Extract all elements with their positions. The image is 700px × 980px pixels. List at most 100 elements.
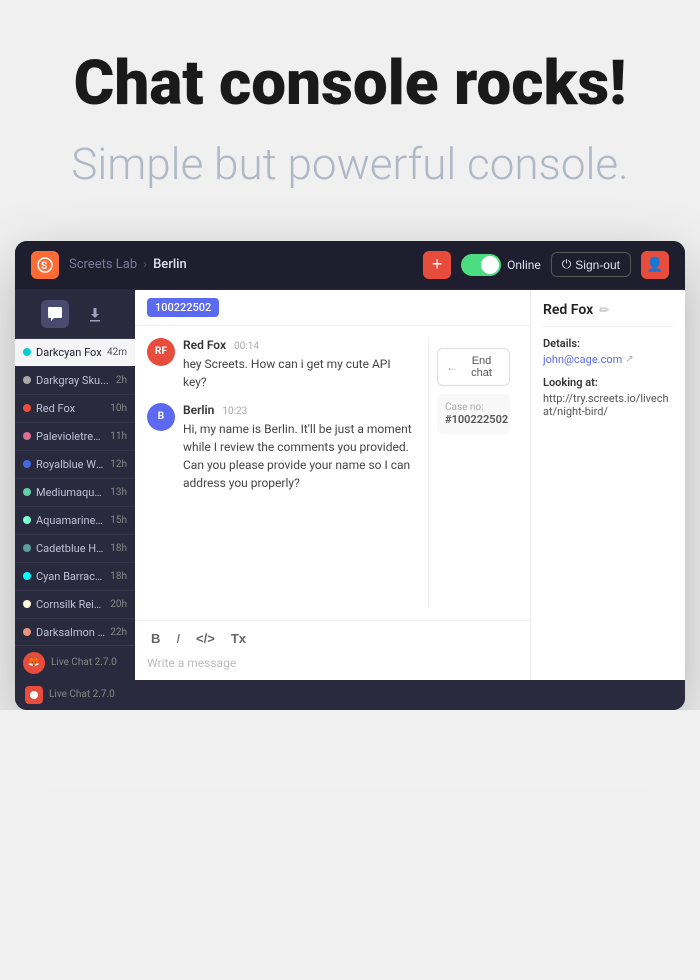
chat-message: B Berlin 10:23 Hi, my name is Berlin. It'll…	[147, 403, 416, 492]
chat-item-time: 42m	[107, 347, 127, 358]
chat-list-item[interactable]: Darksalmon S... 22h	[15, 619, 135, 645]
topbar: S Screets Lab › Berlin + Online ⏻ Sign-o…	[15, 241, 685, 290]
status-dot	[23, 516, 31, 524]
chat-list-item[interactable]: Royalblue Wo... 12h	[15, 451, 135, 479]
online-toggle[interactable]	[461, 254, 501, 276]
chat-area: 100222502 RFRed Fox00:14hey Screets. How…	[135, 290, 530, 680]
status-dot	[23, 488, 31, 496]
message-header: Berlin 10:23	[183, 403, 416, 417]
chat-list-item[interactable]: Darkgray Sku...2h	[15, 367, 135, 395]
online-toggle-container: Online	[461, 254, 541, 276]
end-chat-label: End chat	[462, 355, 501, 379]
footer-version-text: Live Chat 2.7.0	[49, 689, 115, 700]
chat-item-time: 13h	[110, 487, 127, 498]
power-icon: ⏻	[562, 257, 572, 272]
message-sender: Red Fox	[183, 338, 226, 352]
email-value: john@cage.com ↗	[543, 353, 673, 366]
toolbar-buttons: B I </> Tx	[147, 629, 518, 648]
message-sender: Berlin	[183, 403, 214, 417]
signout-button[interactable]: ⏻ Sign-out	[551, 252, 631, 277]
bold-button[interactable]: B	[147, 629, 164, 648]
chat-item-name: Cyan Barracu...	[36, 570, 105, 583]
chat-list-item[interactable]: Mediumaqua...13h	[15, 479, 135, 507]
message-time: 10:23	[222, 406, 247, 417]
person-icon: 👤	[646, 257, 663, 273]
download-nav-icon[interactable]	[81, 300, 109, 328]
code-button[interactable]: </>	[192, 629, 219, 648]
breadcrumb: Screets Lab › Berlin	[69, 257, 413, 272]
chat-messages: RFRed Fox00:14hey Screets. How can i get…	[135, 326, 530, 620]
message-text: hey Screets. How can i get my cute API k…	[183, 355, 416, 391]
chat-item-name: Royalblue Wo...	[36, 458, 105, 471]
message-avatar: B	[147, 403, 175, 431]
chat-item-time: 18h	[110, 543, 127, 554]
status-dot	[23, 348, 31, 356]
status-dot	[23, 404, 31, 412]
chat-item-time: 10h	[110, 403, 127, 414]
chat-item-time: 20h	[110, 599, 127, 610]
format-button[interactable]: Tx	[227, 629, 250, 648]
svg-text:S: S	[41, 261, 47, 272]
arrow-icon: ←	[446, 360, 458, 374]
chat-nav-icon[interactable]	[41, 300, 69, 328]
chat-list-item[interactable]: Cadetblue Hu... 18h	[15, 535, 135, 563]
live-chat-version: Live Chat 2.7.0	[51, 657, 117, 668]
email-text[interactable]: john@cage.com	[543, 353, 622, 366]
online-label: Online	[507, 258, 541, 272]
chat-message: RFRed Fox00:14hey Screets. How can i get…	[147, 338, 416, 391]
status-dot	[23, 628, 31, 636]
chat-list-item[interactable]: Aquamarine ... 15h	[15, 507, 135, 535]
chat-header: 100222502	[135, 290, 530, 326]
italic-button[interactable]: I	[172, 629, 184, 648]
external-link-icon: ↗	[625, 354, 633, 365]
chat-item-name: Aquamarine ...	[36, 514, 105, 527]
chat-list: Darkcyan Fox 42m Darkgray Sku...2h Red Fox 1…	[15, 339, 135, 645]
hero-title: Chat console rocks!	[40, 50, 660, 118]
chat-item-name: Darksalmon S...	[36, 626, 105, 639]
looking-at-url: http://try.screets.io/livechat/night-bir…	[543, 392, 673, 418]
chat-item-time: 15h	[110, 515, 127, 526]
topbar-actions: + Online ⏻ Sign-out 👤	[423, 251, 669, 279]
chat-list-item[interactable]: Cornsilk Rein... 20h	[15, 591, 135, 619]
case-badge: 100222502	[147, 298, 219, 317]
chat-item-name: Red Fox	[36, 402, 105, 415]
looking-at-section: Looking at: http://try.screets.io/livech…	[543, 376, 673, 418]
details-label: Details:	[543, 337, 673, 350]
message-content: Red Fox 00:14 hey Screets. How can i get m…	[183, 338, 416, 391]
message-content: Berlin 10:23 Hi, my name is Berlin. It'll …	[183, 403, 416, 492]
panel-title: Red Fox	[543, 302, 593, 318]
chat-item-name: Darkcyan Fox	[36, 346, 102, 359]
chat-item-name: Cadetblue Hu...	[36, 542, 105, 555]
chat-action-sidebar: ← End chat Case no: #100222502	[428, 338, 518, 608]
chat-list-item[interactable]: Palevioletred ...11h	[15, 423, 135, 451]
nav-current: Berlin	[153, 257, 187, 272]
chat-item-name: Cornsilk Rein...	[36, 598, 105, 611]
looking-at-label: Looking at:	[543, 376, 673, 389]
details-section: Details: john@cage.com ↗	[543, 337, 673, 366]
status-dot	[23, 432, 31, 440]
sidebar-footer: 🦊 Live Chat 2.7.0	[15, 645, 135, 680]
add-button[interactable]: +	[423, 251, 451, 279]
chat-list-item[interactable]: Red Fox 10h	[15, 395, 135, 423]
case-info-box: Case no: #100222502	[437, 394, 510, 434]
app-preview: S Screets Lab › Berlin + Online ⏻ Sign-o…	[15, 241, 685, 710]
message-time: 00:14	[234, 341, 259, 352]
chat-list-item[interactable]: Cyan Barracu...18h	[15, 563, 135, 591]
chat-list-item[interactable]: Darkcyan Fox 42m	[15, 339, 135, 367]
status-dot	[23, 376, 31, 384]
hero-subtitle: Simple but powerful console.	[40, 138, 660, 191]
message-text: Hi, my name is Berlin. It'll be just a m…	[183, 420, 416, 492]
user-avatar[interactable]: 👤	[641, 251, 669, 279]
message-input-placeholder[interactable]: Write a message	[147, 654, 518, 672]
messages-list: RFRed Fox00:14hey Screets. How can i get…	[147, 338, 416, 608]
signout-label: Sign-out	[575, 258, 620, 272]
hero-section: Chat console rocks! Simple but powerful …	[0, 0, 700, 221]
sidebar: Darkcyan Fox 42m Darkgray Sku...2h Red Fox 1…	[15, 290, 135, 680]
message-header: Red Fox 00:14	[183, 338, 416, 352]
chat-item-time: 22h	[110, 627, 127, 638]
edit-icon[interactable]: ✏	[599, 303, 609, 317]
chat-item-time: 12h	[110, 459, 127, 470]
status-dot	[23, 572, 31, 580]
status-dot	[23, 460, 31, 468]
end-chat-button[interactable]: ← End chat	[437, 348, 510, 386]
